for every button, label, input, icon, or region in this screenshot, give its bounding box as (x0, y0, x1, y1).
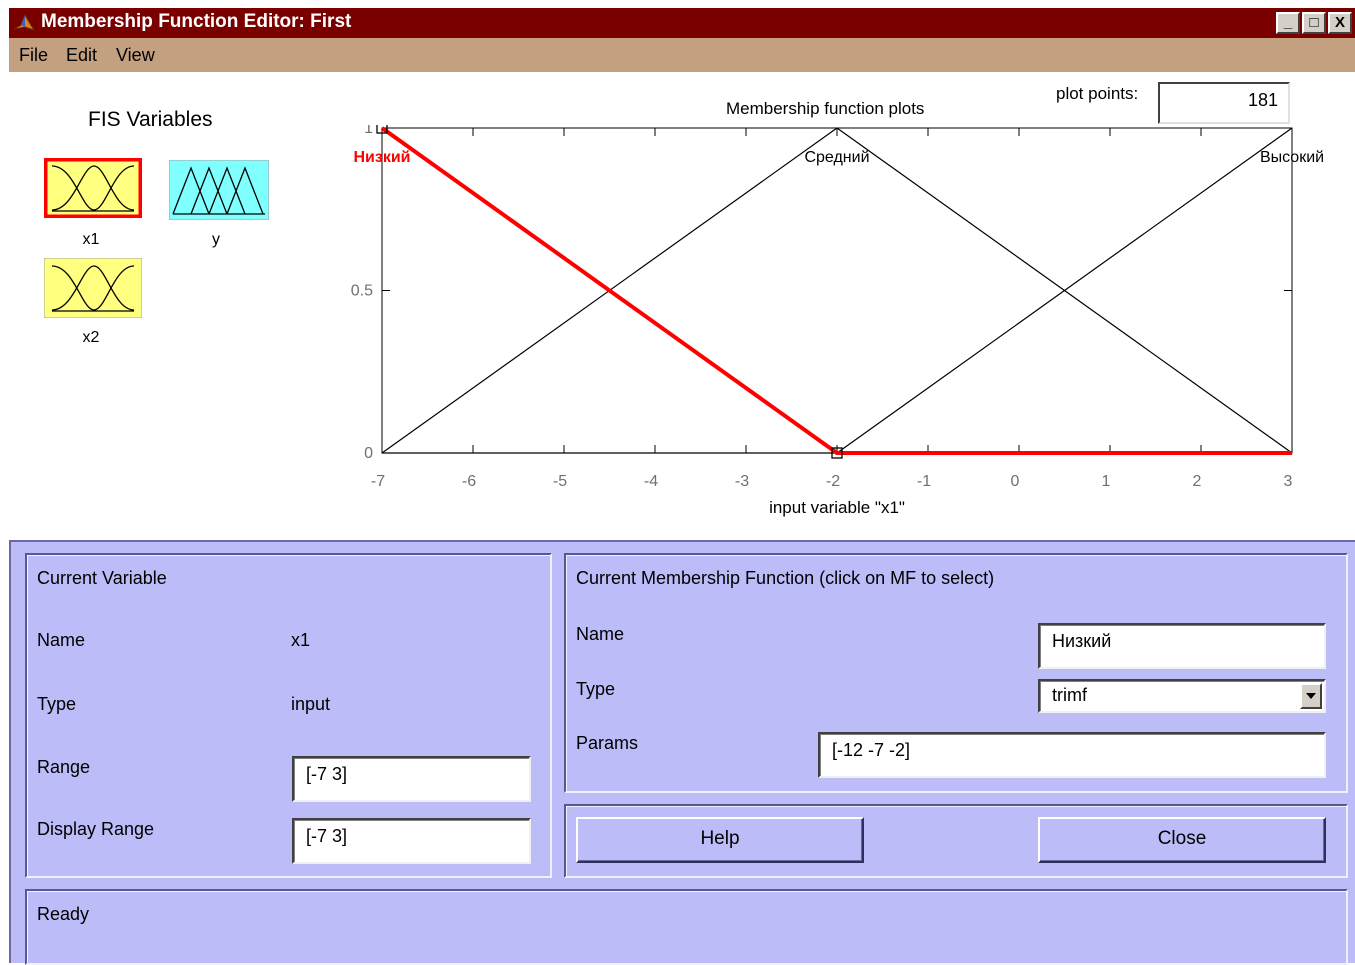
mf-params-label: Params (576, 733, 639, 753)
x-tick-label: -6 (462, 473, 476, 490)
x-tick-label: 0 (1011, 473, 1020, 490)
x-tick-label: -4 (644, 473, 658, 490)
range-input[interactable]: [-7 3] (292, 756, 531, 802)
x-tick-label: 3 (1284, 473, 1293, 490)
fis-variable-x2-label: x2 (82, 329, 100, 346)
help-button[interactable]: Help (576, 817, 864, 863)
current-mf-title: Current Membership Function (click on MF… (576, 568, 995, 588)
matlab-logo-icon (13, 13, 35, 31)
plot-title: Membership function plots (726, 99, 925, 118)
x-tick-label: -5 (553, 473, 567, 490)
fis-variable-y-box[interactable] (169, 160, 269, 220)
mf-label-1: Средний (804, 149, 869, 166)
chevron-down-icon[interactable] (1300, 683, 1322, 709)
display-range-label: Display Range (37, 819, 155, 839)
x-tick-label: -2 (826, 473, 840, 490)
x-tick-label: 2 (1193, 473, 1202, 490)
menu-bar: File Edit View (9, 38, 1355, 72)
range-label: Range (37, 757, 91, 777)
status-text: Ready (37, 904, 90, 924)
current-variable-title: Current Variable (37, 568, 167, 588)
plot-points-label: plot points: (1056, 84, 1139, 103)
mf-type-label: Type (576, 679, 616, 699)
fis-variable-x2-box[interactable] (44, 258, 142, 318)
y-tick-label: 0.5 (351, 283, 373, 300)
maximize-button[interactable]: □ (1302, 12, 1326, 34)
variable-name-value: x1 (291, 630, 311, 650)
fis-variables-title: FIS Variables (88, 108, 213, 131)
mf-name-input[interactable]: Низкий (1038, 623, 1326, 669)
display-range-input[interactable]: [-7 3] (292, 818, 531, 864)
variable-name-label: Name (37, 630, 86, 650)
buttons-frame: Help Close (564, 804, 1348, 878)
title-bar: Membership Function Editor: First _ □ X (9, 8, 1355, 38)
status-frame: Ready (25, 889, 1348, 965)
menu-file[interactable]: File (19, 45, 48, 66)
x-tick-label: -1 (917, 473, 931, 490)
window-title: Membership Function Editor: First (41, 11, 352, 32)
control-panel: Current Variable Name x1 Type input Rang… (9, 540, 1355, 965)
fis-variable-y-label: y (212, 231, 220, 248)
fis-variable-x1-label: x1 (82, 231, 100, 248)
mf-type-select[interactable]: trimf (1038, 679, 1326, 713)
current-mf-frame: Current Membership Function (click on MF… (564, 553, 1348, 793)
membership-function-chart[interactable]: -7 -6 -5 -4 -3 -2 -1 0 1 2 3 0 0.5 1 Низкий Средний Высо… (330, 125, 1350, 525)
variable-type-value: input (291, 694, 331, 714)
x-axis-label: input variable "x1" (769, 498, 905, 517)
x-tick-label: -3 (735, 473, 749, 490)
menu-edit[interactable]: Edit (66, 45, 97, 66)
y-tick-label: 1 (364, 125, 373, 137)
mf-type-value: trimf (1052, 685, 1087, 705)
x-tick-label: 1 (1102, 473, 1111, 490)
variable-type-label: Type (37, 694, 77, 714)
current-variable-frame: Current Variable Name x1 Type input Rang… (25, 553, 552, 878)
minimize-button[interactable]: _ (1276, 12, 1300, 34)
close-window-button[interactable]: X (1328, 12, 1352, 34)
mf-label-0: Низкий (353, 149, 410, 166)
y-tick-label: 0 (364, 445, 373, 462)
menu-view[interactable]: View (116, 45, 155, 66)
mf-label-2: Высокий (1260, 149, 1324, 166)
x-tick-label: -7 (371, 473, 385, 490)
fis-variable-x1-box[interactable] (44, 158, 142, 218)
plot-points-input[interactable]: 181 (1158, 82, 1290, 124)
mf-params-input[interactable]: [-12 -7 -2] (818, 732, 1326, 778)
mf-name-label: Name (576, 624, 625, 644)
plot-area (381, 127, 1293, 454)
close-button[interactable]: Close (1038, 817, 1326, 863)
